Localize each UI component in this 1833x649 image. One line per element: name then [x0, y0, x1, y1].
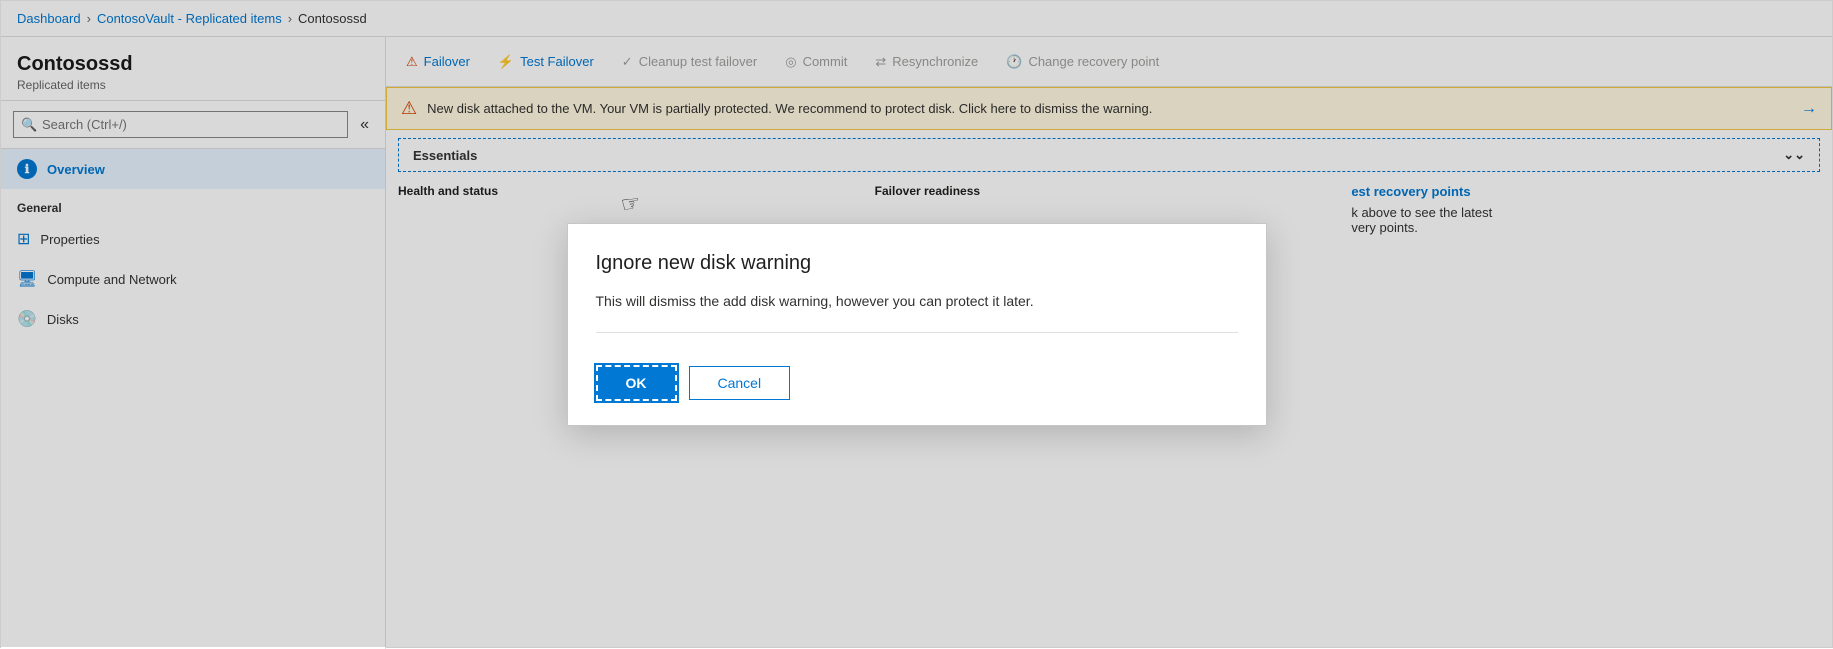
dialog-ok-button[interactable]: OK: [596, 365, 677, 401]
dialog-title: Ignore new disk warning: [596, 252, 1238, 275]
dialog-cancel-button[interactable]: Cancel: [689, 366, 791, 400]
dialog-description: This will dismiss the add disk warning, …: [596, 291, 1238, 312]
dialog-body: Ignore new disk warning This will dismis…: [568, 224, 1266, 365]
dialog-divider: [596, 332, 1238, 333]
dialog: Ignore new disk warning This will dismis…: [567, 223, 1267, 426]
page-wrapper: Dashboard › ContosoVault - Replicated it…: [0, 0, 1833, 648]
dialog-footer: OK Cancel: [568, 365, 1266, 425]
dialog-overlay: Ignore new disk warning This will dismis…: [1, 1, 1832, 647]
